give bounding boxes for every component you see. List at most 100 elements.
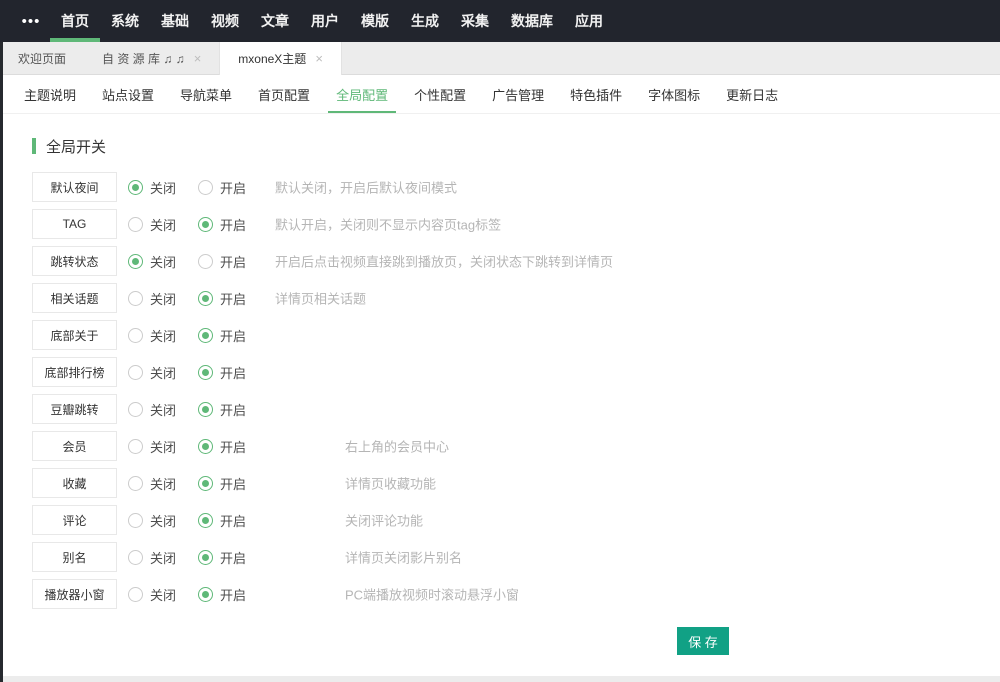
radio-on-circle[interactable] bbox=[198, 254, 213, 269]
window-tab[interactable]: 欢迎页面 bbox=[0, 42, 84, 74]
subtab[interactable]: 广告管理 bbox=[479, 75, 557, 113]
radio-on-circle[interactable] bbox=[198, 476, 213, 491]
nav-item[interactable]: 应用 bbox=[564, 0, 614, 42]
subtab[interactable]: 全局配置 bbox=[323, 75, 401, 113]
top-navbar: ••• 首页 系统 基础 视频 文章 用户 模版 生成 采集 数据库 应用 bbox=[0, 0, 1000, 42]
section-header: 全局开关 bbox=[32, 138, 1000, 154]
radio-off[interactable]: 关闭 bbox=[128, 178, 187, 197]
subtab[interactable]: 导航菜单 bbox=[167, 75, 245, 113]
radio-off[interactable]: 关闭 bbox=[128, 585, 187, 604]
radio-off-circle[interactable] bbox=[128, 439, 143, 454]
radio-on[interactable]: 开启 bbox=[198, 585, 257, 604]
setting-desc: 右上角的会员中心 bbox=[345, 437, 449, 456]
radio-off[interactable]: 关闭 bbox=[128, 511, 187, 530]
nav-item[interactable]: 用户 bbox=[300, 0, 350, 42]
nav-item[interactable]: 数据库 bbox=[500, 0, 564, 42]
subtab-label: 广告管理 bbox=[492, 85, 544, 104]
radio-on-label: 开启 bbox=[220, 437, 246, 456]
radio-off[interactable]: 关闭 bbox=[128, 474, 187, 493]
radio-off[interactable]: 关闭 bbox=[128, 326, 187, 345]
radio-off-circle[interactable] bbox=[128, 513, 143, 528]
nav-item-label: 数据库 bbox=[511, 11, 553, 31]
radio-off[interactable]: 关闭 bbox=[128, 252, 187, 271]
subtab[interactable]: 字体图标 bbox=[635, 75, 713, 113]
radio-off-circle[interactable] bbox=[128, 365, 143, 380]
radio-off-label: 关闭 bbox=[150, 178, 176, 197]
setting-desc: 默认开启，关闭则不显示内容页tag标签 bbox=[275, 215, 501, 234]
subtab-label: 特色插件 bbox=[570, 85, 622, 104]
radio-on[interactable]: 开启 bbox=[198, 548, 257, 567]
radio-on-circle[interactable] bbox=[198, 365, 213, 380]
nav-item[interactable]: 视频 bbox=[200, 0, 250, 42]
radio-on[interactable]: 开启 bbox=[198, 511, 257, 530]
settings-row: 评论 关闭 开启 关闭评论功能 bbox=[32, 505, 1000, 535]
subtab[interactable]: 首页配置 bbox=[245, 75, 323, 113]
radio-off[interactable]: 关闭 bbox=[128, 289, 187, 308]
radio-on-circle[interactable] bbox=[198, 328, 213, 343]
subtab[interactable]: 特色插件 bbox=[557, 75, 635, 113]
radio-off-circle[interactable] bbox=[128, 476, 143, 491]
radio-off-label: 关闭 bbox=[150, 437, 176, 456]
tab-close-icon[interactable]: × bbox=[194, 52, 202, 65]
radio-off-circle[interactable] bbox=[128, 328, 143, 343]
radio-on-label: 开启 bbox=[220, 400, 246, 419]
window-tab-label: 自 资 源 库 ♫ ♫ bbox=[102, 50, 185, 67]
radio-on[interactable]: 开启 bbox=[198, 178, 257, 197]
settings-row: 会员 关闭 开启 右上角的会员中心 bbox=[32, 431, 1000, 461]
setting-label: 相关话题 bbox=[32, 283, 117, 313]
nav-item[interactable]: 生成 bbox=[400, 0, 450, 42]
radio-on[interactable]: 开启 bbox=[198, 326, 257, 345]
nav-item-label: 首页 bbox=[61, 11, 89, 31]
radio-off-circle[interactable] bbox=[128, 402, 143, 417]
bottom-scrollbar-track[interactable] bbox=[0, 676, 1000, 682]
setting-label: 会员 bbox=[32, 431, 117, 461]
radio-off-circle[interactable] bbox=[128, 254, 143, 269]
subtab[interactable]: 更新日志 bbox=[713, 75, 791, 113]
radio-off-circle[interactable] bbox=[128, 180, 143, 195]
radio-on[interactable]: 开启 bbox=[198, 252, 257, 271]
radio-on-circle[interactable] bbox=[198, 217, 213, 232]
radio-off[interactable]: 关闭 bbox=[128, 400, 187, 419]
radio-on[interactable]: 开启 bbox=[198, 363, 257, 382]
subtab[interactable]: 主题说明 bbox=[11, 75, 89, 113]
window-tab[interactable]: mxoneX主题 × bbox=[219, 42, 342, 75]
radio-on[interactable]: 开启 bbox=[198, 474, 257, 493]
radio-on-circle[interactable] bbox=[198, 550, 213, 565]
settings-rows: 默认夜间 关闭 开启 默认关闭，开启后默认夜间模式 TAG 关闭 开启 默认开启… bbox=[32, 172, 1000, 609]
window-tab[interactable]: 自 资 源 库 ♫ ♫ × bbox=[84, 42, 219, 74]
radio-on[interactable]: 开启 bbox=[198, 437, 257, 456]
setting-label: 底部排行榜 bbox=[32, 357, 117, 387]
nav-item[interactable]: 文章 bbox=[250, 0, 300, 42]
radio-on-circle[interactable] bbox=[198, 180, 213, 195]
radio-off-circle[interactable] bbox=[128, 587, 143, 602]
subtab[interactable]: 个性配置 bbox=[401, 75, 479, 113]
radio-on-circle[interactable] bbox=[198, 513, 213, 528]
radio-off-circle[interactable] bbox=[128, 291, 143, 306]
radio-on-circle[interactable] bbox=[198, 439, 213, 454]
radio-off-circle[interactable] bbox=[128, 217, 143, 232]
nav-item-label: 模版 bbox=[361, 11, 389, 31]
radio-off[interactable]: 关闭 bbox=[128, 215, 187, 234]
more-icon[interactable]: ••• bbox=[12, 0, 50, 42]
nav-item[interactable]: 模版 bbox=[350, 0, 400, 42]
tab-close-icon[interactable]: × bbox=[315, 52, 323, 65]
radio-off[interactable]: 关闭 bbox=[128, 363, 187, 382]
nav-item[interactable]: 采集 bbox=[450, 0, 500, 42]
radio-on-circle[interactable] bbox=[198, 291, 213, 306]
radio-on[interactable]: 开启 bbox=[198, 289, 257, 308]
save-button[interactable]: 保 存 bbox=[677, 627, 729, 655]
radio-off[interactable]: 关闭 bbox=[128, 548, 187, 567]
nav-item[interactable]: 基础 bbox=[150, 0, 200, 42]
radio-on-circle[interactable] bbox=[198, 402, 213, 417]
settings-row: 豆瓣跳转 关闭 开启 bbox=[32, 394, 1000, 424]
setting-label: 评论 bbox=[32, 505, 117, 535]
nav-item[interactable]: 系统 bbox=[100, 0, 150, 42]
radio-on-circle[interactable] bbox=[198, 587, 213, 602]
subtab[interactable]: 站点设置 bbox=[89, 75, 167, 113]
radio-off-label: 关闭 bbox=[150, 326, 176, 345]
radio-off[interactable]: 关闭 bbox=[128, 437, 187, 456]
nav-item[interactable]: 首页 bbox=[50, 0, 100, 42]
radio-on[interactable]: 开启 bbox=[198, 400, 257, 419]
radio-on[interactable]: 开启 bbox=[198, 215, 257, 234]
radio-off-circle[interactable] bbox=[128, 550, 143, 565]
